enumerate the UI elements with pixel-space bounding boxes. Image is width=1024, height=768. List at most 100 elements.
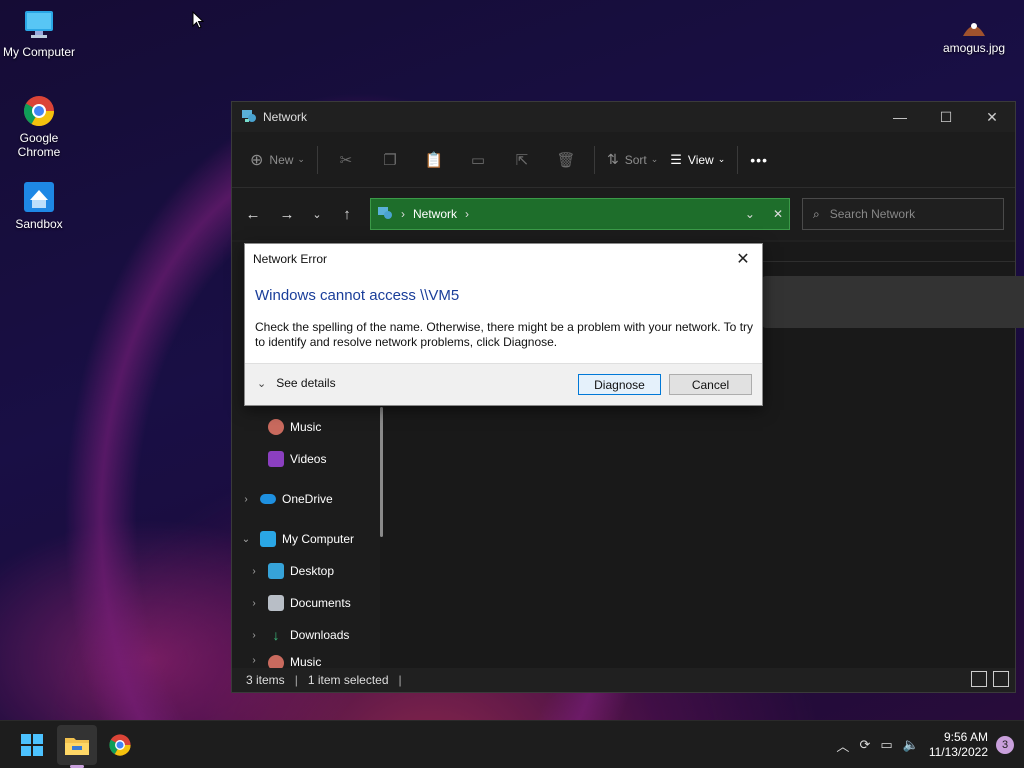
desktop-icon-my-computer[interactable]: My Computer [0,8,78,59]
network-icon [241,108,257,127]
forward-arrow-icon[interactable]: → [272,199,302,229]
navigation-scrollbar[interactable] [380,407,383,537]
up-arrow-icon[interactable]: ↑ [332,199,362,229]
chevron-up-icon[interactable]: ︿ [836,736,849,755]
desktop-icon-sandbox[interactable]: Sandbox [0,180,78,231]
nav-item-downloads[interactable]: › ↓ Downloads [246,623,349,647]
cancel-button[interactable]: Cancel [669,374,752,395]
nav-item-videos[interactable]: Videos [246,447,326,471]
taskbar: ︿ ⟳ ▭ 🔈 9:56 AM 11/13/2022 3 [0,720,1024,768]
selected-network-item[interactable] [762,276,1024,328]
documents-icon [268,595,284,611]
clear-address-icon[interactable]: ✕ [773,207,783,221]
dialog-title: Network Error [253,252,328,266]
volume-icon[interactable]: 🔈 [903,737,919,753]
dialog-footer: ⌄ See details Diagnose Cancel [245,363,762,405]
chevron-right-icon[interactable]: › [246,655,262,666]
nav-item-music[interactable]: › Music [246,655,321,668]
see-details-toggle[interactable]: ⌄ See details [257,376,336,390]
nav-item-desktop[interactable]: › Desktop [246,559,334,583]
chevron-down-icon: ⌄ [297,154,305,164]
nav-item-label: Documents [290,596,351,610]
clock-time: 9:56 AM [943,730,988,744]
system-tray: ︿ ⟳ ▭ 🔈 9:56 AM 11/13/2022 3 [836,721,1024,768]
minimize-button[interactable]: — [877,102,923,132]
desktop-icon-label: Google Chrome [17,131,61,159]
tiles-view-icon[interactable] [993,671,1009,687]
status-divider: | [398,673,402,687]
chrome-taskbar-button[interactable] [100,725,140,765]
chevron-right-icon[interactable]: › [238,494,254,505]
share-icon[interactable]: ⇱ [506,144,538,176]
new-button[interactable]: ⊕ New ⌄ [250,144,305,176]
details-view-icon[interactable] [971,671,987,687]
onedrive-icon [260,494,276,504]
close-window-button[interactable]: ✕ [969,102,1015,132]
maximize-button[interactable]: ☐ [923,102,969,132]
desktop-icon-amogus-jpg[interactable]: amogus.jpg [935,16,1013,55]
nav-item-my-computer[interactable]: ⌄ My Computer [238,527,354,551]
chevron-down-icon[interactable]: ⌄ [238,534,254,545]
nav-item-onedrive[interactable]: › OneDrive [238,487,333,511]
chevron-right-icon[interactable]: › [246,566,262,577]
nav-item-label: OneDrive [282,492,333,506]
music-icon [268,655,284,668]
nav-item-label: Music [290,420,322,434]
network-status-icon[interactable]: ▭ [880,737,892,753]
cut-icon[interactable]: ✂ [330,144,362,176]
plus-circle-icon: ⊕ [250,151,264,169]
clock[interactable]: 9:56 AM 11/13/2022 [929,730,988,760]
search-box[interactable]: ⌕ Search Network [802,198,1004,230]
sort-label: Sort [624,152,647,167]
recent-locations-chevron-icon[interactable]: ⌄ [302,199,332,229]
music-icon [268,419,284,435]
paste-icon[interactable]: 📋 [418,144,450,176]
search-icon: ⌕ [813,206,820,221]
delete-icon[interactable]: 🗑 [550,144,582,176]
sandbox-icon [22,180,56,214]
nav-item-label: Downloads [290,628,350,642]
sort-button[interactable]: ⇅ Sort ⌄ [607,144,658,176]
folder-icon [65,738,89,755]
monitor-icon [22,8,56,42]
file-explorer-taskbar-button[interactable] [57,725,97,765]
breadcrumb-network[interactable]: Network [413,207,457,221]
address-dropdown-icon[interactable]: ⌄ [745,207,755,221]
chrome-icon [22,94,56,128]
start-button[interactable] [12,725,52,765]
nav-item-documents[interactable]: › Documents [246,591,351,615]
window-titlebar[interactable]: Network — ☐ ✕ [232,102,1015,132]
see-details-label: See details [276,376,336,390]
status-bar: 3 items | 1 item selected | [232,668,1015,692]
chevron-right-icon[interactable]: › [246,630,262,641]
nav-item-music[interactable]: Music [246,415,321,439]
selection-count: 1 item selected [307,673,389,687]
view-button[interactable]: ☰ View ⌄ [670,144,725,176]
dialog-close-button[interactable]: ✕ [732,248,754,270]
network-icon [377,205,393,224]
desktop-folder-icon [268,563,284,579]
chevron-down-icon: ⌄ [717,154,726,164]
command-bar: ⊕ New ⌄ ✂ ❐ 📋 ▭ ⇱ 🗑 ⇅ Sort ⌄ ☰ View ⌄ ••… [232,132,1015,188]
desktop-icon-label: Sandbox [15,217,63,231]
desktop-icon-google-chrome[interactable]: Google Chrome [0,94,78,159]
copy-icon[interactable]: ❐ [374,144,406,176]
network-error-dialog: Network Error ✕ Windows cannot access \\… [244,243,763,406]
dialog-heading: Windows cannot access \\VM5 [255,287,460,304]
nav-item-label: Music [290,655,322,668]
back-arrow-icon[interactable]: ← [238,199,268,229]
address-bar[interactable]: › Network › ⌄ ✕ [370,198,790,230]
notification-badge[interactable]: 3 [996,736,1014,754]
chevron-down-icon: ⌄ [257,377,267,390]
sort-icon: ⇅ [606,151,619,167]
view-label: View [687,152,714,167]
breadcrumb-chevron-icon[interactable]: › [465,207,469,221]
breadcrumb-chevron-icon[interactable]: › [401,207,405,221]
diagnose-button[interactable]: Diagnose [578,374,661,395]
see-more-button[interactable]: ••• [750,144,768,176]
chevron-right-icon[interactable]: › [246,598,262,609]
download-icon: ↓ [272,627,280,643]
sync-alert-icon[interactable]: ⟳ [859,737,870,753]
rename-icon[interactable]: ▭ [462,144,494,176]
toolbar-divider [316,145,318,174]
